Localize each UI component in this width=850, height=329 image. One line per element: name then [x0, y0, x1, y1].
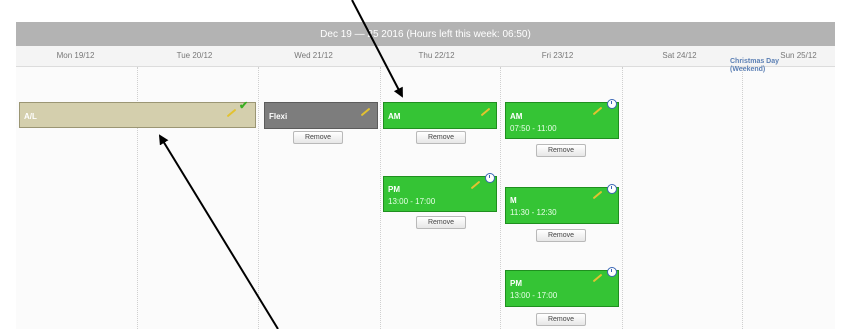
- arrow-to-al-event: [158, 134, 279, 329]
- annotation-arrows: [158, 0, 403, 329]
- arrow-to-am-event: [351, 0, 403, 98]
